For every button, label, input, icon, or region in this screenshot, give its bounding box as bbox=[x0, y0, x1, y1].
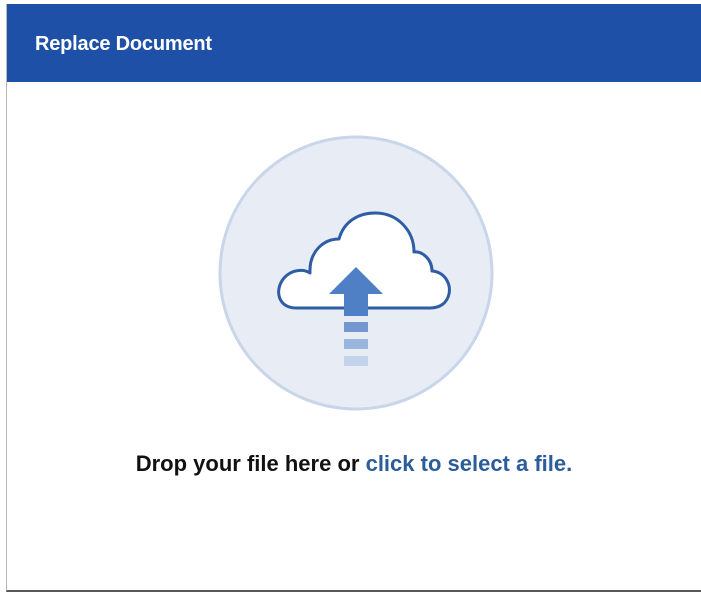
dialog-header: Replace Document bbox=[7, 4, 701, 82]
dialog-title: Replace Document bbox=[35, 33, 212, 55]
file-drop-zone[interactable]: Drop your file here or click to select a… bbox=[7, 82, 701, 588]
drop-prompt-text: Drop your file here or bbox=[135, 451, 360, 476]
drop-instructions: Drop your file here or click to select a… bbox=[7, 451, 701, 477]
replace-document-dialog: Replace Document Drop your file here or … bbox=[6, 4, 701, 592]
cloud-upload-icon[interactable] bbox=[218, 135, 494, 411]
select-file-link[interactable]: click to select a file. bbox=[366, 451, 573, 476]
